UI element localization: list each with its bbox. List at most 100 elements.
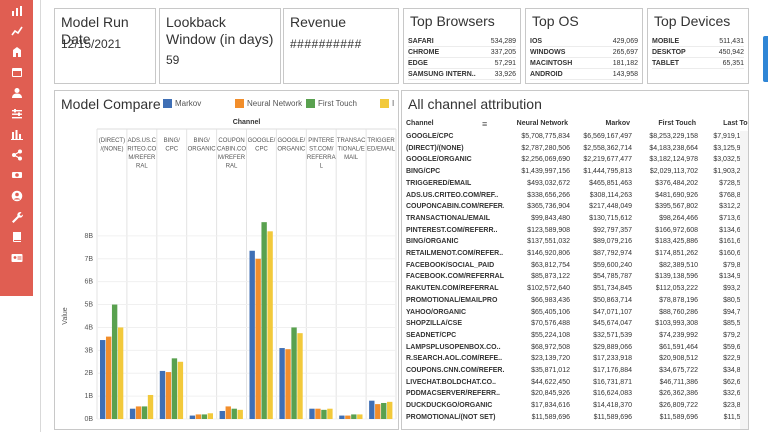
column-chart-icon[interactable]	[0, 126, 33, 143]
table-row[interactable]: TRANSACTIONAL/EMAIL $99,843,480 $130,715,6…	[406, 213, 748, 225]
category-label: CPC	[255, 147, 268, 153]
table-row[interactable]: FACEBOOK/SOCIAL_PAID $63,812,754 $59,600,2…	[406, 260, 748, 272]
channel-cell: PROMOTIONAL/EMAILPRO	[406, 296, 498, 304]
value-cell: $166,972,608	[655, 226, 698, 234]
trend-line-icon[interactable]	[0, 23, 33, 40]
table-row[interactable]: SEADNET/CPC $55,224,108 $32,571,539 $74,239…	[406, 330, 748, 342]
table-row[interactable]: PDDMACSERVER/REFERR.. $20,845,926 $16,624,…	[406, 388, 748, 400]
category-label: /(NONE)	[100, 147, 123, 153]
value-cell: $70,576,488	[531, 320, 570, 328]
table-title: All channel attribution	[408, 96, 542, 112]
table-row[interactable]: (DIRECT)/(NONE) $2,787,280,506 $2,558,362,…	[406, 143, 748, 155]
value-cell: $26,362,386	[659, 390, 698, 398]
column-header-markov[interactable]: Markov	[564, 117, 630, 131]
table-row[interactable]: PINTEREST.COM/REFERR.. $123,589,908 $92,79…	[406, 225, 748, 237]
table-row[interactable]: YAHOO/ORGANIC $65,405,106 $47,071,107 $88,7…	[406, 307, 748, 319]
bar-chart-icon[interactable]	[0, 2, 33, 19]
legend-item-neural-network[interactable]: Neural Network	[235, 99, 302, 108]
bar-markov	[100, 340, 106, 419]
row-value: 265,697	[612, 49, 638, 56]
column-header-neural-network[interactable]: Neural Network	[502, 117, 568, 131]
y-tick-label: 5B	[84, 302, 93, 309]
table-row[interactable]: ADS.US.CRITEO.COM/REF.. $338,656,266 $308,…	[406, 190, 748, 202]
row-value: 143,958	[612, 71, 638, 78]
bar-i	[267, 231, 273, 419]
channel-cell: RAKUTEN.COM/REFERRAL	[406, 285, 499, 293]
share-nodes-icon[interactable]	[0, 146, 33, 163]
sliders-icon[interactable]	[0, 105, 33, 122]
vertical-scrollbar[interactable]	[740, 131, 748, 429]
wrench-icon[interactable]	[0, 208, 33, 225]
column-header-first-touch[interactable]: First Touch	[630, 117, 696, 131]
category-label: RAL	[136, 164, 148, 170]
legend-item-markov[interactable]: Markov	[163, 99, 201, 108]
model-run-date-card: Model Run Date 12/15/2021	[54, 8, 156, 84]
value-cell: $2,787,280,506	[521, 144, 570, 152]
table-row[interactable]: DUCKDUCKGO/ORGANIC $17,834,616 $14,418,370…	[406, 400, 748, 412]
chart-title: Model Compare	[61, 96, 161, 112]
table-row: WINDOWS 265,697	[530, 47, 638, 58]
bar-markov	[219, 410, 225, 419]
bar-markov	[129, 408, 136, 419]
value-cell: $139,138,596	[655, 273, 698, 281]
row-value: 511,431	[719, 38, 744, 45]
sort-icon[interactable]: ≡	[482, 119, 487, 129]
bar-neural-network	[375, 404, 381, 419]
legend-item-last-touch[interactable]: I	[380, 99, 394, 108]
value-cell: $17,233,918	[593, 355, 632, 363]
table-row[interactable]: BING/CPC $1,439,997,156 $1,444,795,813 $2,0…	[406, 166, 748, 178]
bar-first-touch	[141, 406, 148, 419]
bar-neural-network	[195, 414, 202, 419]
table-row[interactable]: R.SEARCH.AOL.COM/REFE.. $23,139,720 $17,23…	[406, 353, 748, 365]
book-icon[interactable]	[0, 229, 33, 246]
table-row[interactable]: RAKUTEN.COM/REFERRAL $102,572,640 $51,734,…	[406, 283, 748, 295]
category-label: ADS.US.C	[128, 138, 157, 144]
table-row[interactable]: LAMPSPLUSOPENBOX.CO.. $68,972,508 $29,889,…	[406, 342, 748, 354]
table-row[interactable]: BING/ORGANIC $137,551,032 $89,079,216 $183,…	[406, 236, 748, 248]
calendar-icon[interactable]	[0, 64, 33, 81]
y-tick-label: 0B	[84, 416, 93, 423]
card-value: 59	[166, 53, 180, 67]
bar-i	[327, 408, 333, 419]
top-browsers-card: Top Browsers SAFARI 534,289 CHROME 337,205 E…	[403, 8, 521, 84]
building-icon[interactable]	[0, 43, 33, 60]
value-cell: $146,920,806	[527, 250, 570, 257]
value-cell: $2,256,069,690	[521, 156, 570, 164]
bar-first-touch	[381, 402, 387, 419]
channel-cell: GOOGLE/CPC	[406, 133, 454, 140]
attribution-panel: All channel attribution Channel ≡ Neural…	[401, 90, 749, 430]
y-tick-label: 3B	[84, 347, 93, 354]
column-header-last-touch[interactable]: Last Touch	[694, 117, 748, 131]
table-row[interactable]: LIVECHAT.BOLDCHAT.CO.. $44,622,450 $16,731…	[406, 377, 748, 389]
value-cell: $89,079,216	[593, 238, 632, 246]
column-header-channel[interactable]: Channel	[406, 117, 434, 131]
table-row[interactable]: GOOGLE/ORGANIC $2,256,069,690 $2,219,677,4…	[406, 154, 748, 166]
value-cell: $82,389,510	[659, 261, 698, 269]
table-row[interactable]: TRIGGERED/EMAIL $493,032,672 $465,851,463 $…	[406, 178, 748, 190]
value-cell: $65,405,106	[531, 308, 570, 316]
top-devices-table: MOBILE 511,431 DESKTOP 450,942 TABLET 65,351	[652, 36, 744, 69]
table-row[interactable]: COUPONCABIN.COM/REFER.. $365,736,904 $217,…	[406, 201, 748, 213]
person-circle-icon[interactable]	[0, 187, 33, 204]
table-row[interactable]: RETAILMENOT.COM/REFER.. $146,920,806 $87,7…	[406, 248, 748, 260]
table-row[interactable]: GOOGLE/CPC $5,708,775,834 $6,569,167,497 $8…	[406, 131, 748, 143]
table-row[interactable]: COUPONS.CNN.COM/REFER.. $35,871,012 $17,17…	[406, 365, 748, 377]
channel-cell: ADS.US.CRITEO.COM/REF..	[406, 191, 499, 199]
dollar-icon[interactable]	[0, 167, 33, 184]
bar-markov	[309, 408, 315, 419]
bar-first-touch	[351, 414, 357, 419]
value-cell: $98,264,466	[659, 214, 698, 222]
user-icon[interactable]	[0, 84, 33, 101]
table-row[interactable]: PROMOTIONAL/(NOT SET) $11,589,696 $11,589,…	[406, 412, 748, 424]
y-tick-label: 4B	[84, 324, 93, 331]
legend-item-first-touch[interactable]: First Touch	[306, 99, 357, 108]
id-card-icon[interactable]	[0, 249, 33, 266]
table-row[interactable]: SHOPZILLA/CSE $70,576,488 $45,674,047 $103,…	[406, 318, 748, 330]
table-row[interactable]: FACEBOOK.COM/REFERRAL $85,873,122 $54,785,…	[406, 271, 748, 283]
channel-cell: GOOGLE/ORGANIC	[406, 156, 472, 164]
table-row[interactable]: PROMOTIONAL/EMAILPRO $66,983,436 $50,863,7…	[406, 295, 748, 307]
top-devices-card: Top Devices MOBILE 511,431 DESKTOP 450,942 T…	[647, 8, 749, 84]
side-panel-tab[interactable]	[763, 36, 768, 82]
value-cell: $46,711,386	[659, 378, 698, 386]
legend-label: Neural Network	[247, 99, 303, 108]
